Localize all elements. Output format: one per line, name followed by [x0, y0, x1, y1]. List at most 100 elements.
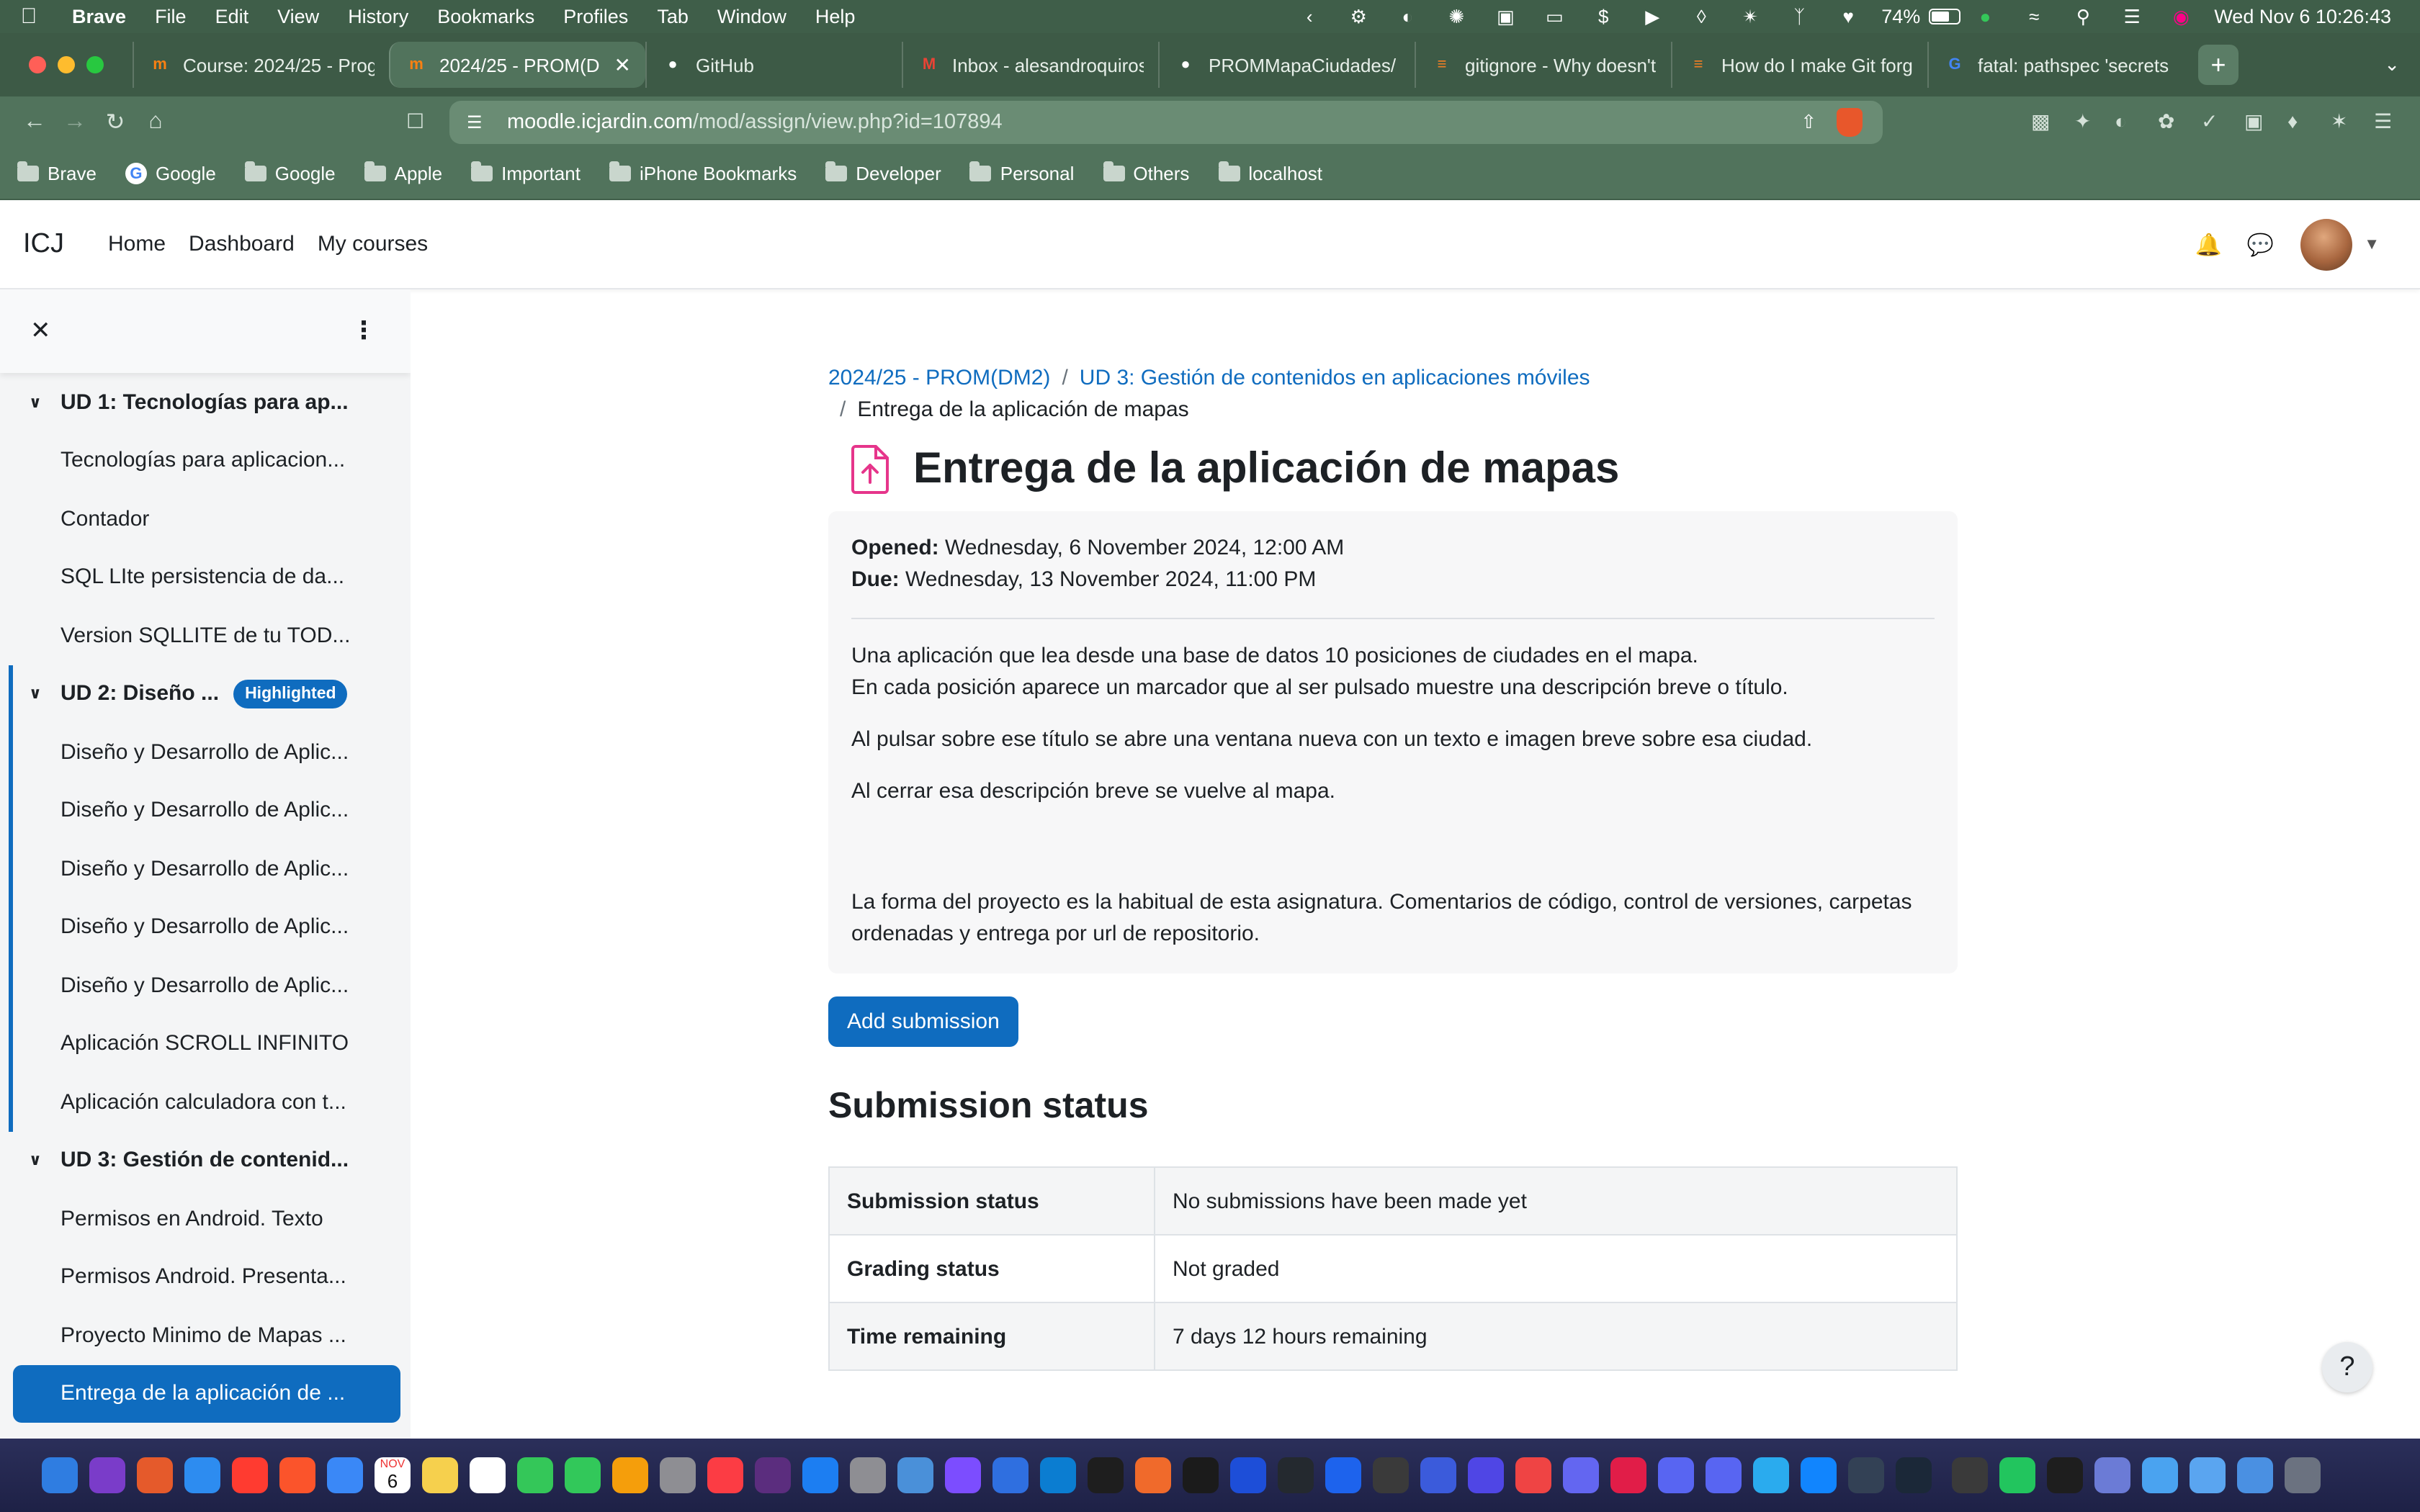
dock-app-icon[interactable]	[1230, 1457, 1266, 1493]
puzzle-extensions-icon[interactable]: ♦	[2287, 109, 2298, 132]
browser-tab[interactable]: ● PROMMapaCiudades/ a	[1158, 42, 1415, 88]
display-icon[interactable]: ▣	[1481, 5, 1530, 28]
layers-icon[interactable]: ◊	[1677, 6, 1726, 27]
dock-app-icon[interactable]	[1515, 1457, 1551, 1493]
dock-app-icon[interactable]	[2190, 1457, 2226, 1493]
extension-icon[interactable]: ✦	[2074, 109, 2091, 134]
dock-app-icon[interactable]	[992, 1457, 1028, 1493]
dock-app-icon[interactable]	[1373, 1457, 1409, 1493]
user-avatar[interactable]	[2300, 218, 2353, 270]
course-index-item[interactable]: Diseño y Desarrollo de Aplic...	[0, 956, 411, 1014]
chevron-down-icon[interactable]: ∨	[29, 685, 60, 703]
share-icon[interactable]: ⇧	[1801, 111, 1816, 134]
nav-my-courses[interactable]: My courses	[318, 232, 428, 256]
menu-view[interactable]: View	[263, 6, 333, 27]
messages-chat-icon[interactable]: 💬	[2234, 231, 2286, 257]
course-index-item[interactable]: Aplicación SCROLL INFINITO	[0, 1014, 411, 1073]
breadcrumb-section-link[interactable]: UD 3: Gestión de contenidos en aplicacio…	[1080, 366, 1590, 390]
site-brand[interactable]: ICJ	[23, 228, 108, 260]
arc-icon[interactable]: ◐	[1383, 6, 1432, 27]
wifi-icon[interactable]: ≈	[2009, 6, 2058, 27]
dock-app-icon[interactable]	[517, 1457, 553, 1493]
nav-dashboard[interactable]: Dashboard	[189, 232, 295, 256]
hamburger-menu-icon[interactable]: ☰	[2374, 109, 2392, 134]
browser-tab[interactable]: M Inbox - alesandroquiros	[902, 42, 1158, 88]
course-section-header[interactable]: ∨ UD 3: Gestión de contenid...	[0, 1131, 411, 1189]
course-section-header[interactable]: ∨ UD 2: Diseño ... Highlighted	[0, 665, 411, 723]
siri-icon[interactable]: ◉	[2156, 5, 2205, 28]
dock-app-icon[interactable]	[1753, 1457, 1789, 1493]
menu-app-name[interactable]: Brave	[58, 6, 140, 27]
course-index-item[interactable]: Aplicación calculadora con t...	[0, 1073, 411, 1131]
dollar-icon[interactable]: $	[1579, 6, 1628, 27]
reload-icon[interactable]: ↻	[95, 108, 135, 137]
course-index-item[interactable]: Tecnologías para aplicacion...	[0, 431, 411, 490]
dock-app-icon[interactable]	[422, 1457, 458, 1493]
browser-tab[interactable]: m 2024/25 - PROM(D ✕	[389, 42, 645, 88]
leo-ai-icon[interactable]: ✶	[2331, 109, 2347, 134]
menu-history[interactable]: History	[333, 6, 423, 27]
dock-app-icon[interactable]	[1468, 1457, 1504, 1493]
browser-tab[interactable]: m Course: 2024/25 - Prog	[133, 42, 389, 88]
minimize-window-button[interactable]	[58, 56, 75, 73]
dock-app-icon[interactable]	[1420, 1457, 1456, 1493]
zoom-window-button[interactable]	[86, 56, 104, 73]
play-icon[interactable]: ▶	[1628, 5, 1677, 28]
battery-icon[interactable]	[1929, 9, 1961, 24]
bitwarden-extension-icon[interactable]: ▩	[2031, 109, 2050, 134]
dock-app-icon[interactable]	[1135, 1457, 1171, 1493]
settings-icon[interactable]: ✺	[1432, 5, 1481, 28]
dock-app-icon[interactable]	[89, 1457, 125, 1493]
notifications-bell-icon[interactable]: 🔔	[2182, 231, 2234, 257]
dock-app-icon[interactable]	[1183, 1457, 1219, 1493]
check-extension-icon[interactable]: ✓	[2201, 109, 2218, 134]
course-index-item[interactable]: Diseño y Desarrollo de Aplic...	[0, 723, 411, 781]
dock-app-icon[interactable]	[945, 1457, 981, 1493]
apple-menu-icon[interactable]: 	[0, 4, 58, 29]
dock-app-icon[interactable]	[1999, 1457, 2035, 1493]
course-index-item[interactable]: Diseño y Desarrollo de Aplic...	[0, 840, 411, 898]
dock-app-icon[interactable]	[232, 1457, 268, 1493]
browser-tab[interactable]: Gfatal: pathspec 'secrets	[1927, 42, 2184, 88]
dock-app-icon[interactable]	[327, 1457, 363, 1493]
bookmark-item[interactable]: iPhone Bookmarks	[609, 161, 797, 184]
course-index-item[interactable]: Version SQLLITE de tu TOD...	[0, 606, 411, 665]
dock-app-icon[interactable]	[755, 1457, 791, 1493]
dock-app-icon[interactable]	[1658, 1457, 1694, 1493]
close-drawer-icon[interactable]: ✕	[30, 317, 51, 346]
course-index-item[interactable]: Entrega de la aplicación de ...	[13, 1364, 400, 1423]
more-options-kebab-icon[interactable]: ⋮	[351, 317, 376, 346]
brave-shields-icon[interactable]	[1837, 108, 1863, 137]
dock-app-icon[interactable]	[1278, 1457, 1314, 1493]
dock-app-icon[interactable]	[1563, 1457, 1599, 1493]
dock-app-icon[interactable]	[2094, 1457, 2130, 1493]
dock-app-icon[interactable]	[1848, 1457, 1884, 1493]
bookmark-item[interactable]: Developer	[825, 161, 941, 184]
clock[interactable]: Wed Nov 6 10:26:43	[2205, 6, 2400, 27]
menu-window[interactable]: Window	[703, 6, 801, 27]
breadcrumb-course-link[interactable]: 2024/25 - PROM(DM2)	[828, 366, 1050, 390]
dock-app-icon[interactable]	[42, 1457, 78, 1493]
new-tab-button[interactable]: +	[2198, 45, 2238, 85]
dock-app-icon[interactable]	[1610, 1457, 1646, 1493]
bookmark-item[interactable]: Important	[471, 161, 581, 184]
browser-tab[interactable]: ≡ How do I make Git forge	[1671, 42, 1927, 88]
browser-tab[interactable]: ● GitHub	[645, 42, 902, 88]
dock-app-icon[interactable]	[470, 1457, 506, 1493]
dock-app-icon[interactable]	[279, 1457, 315, 1493]
course-index-item[interactable]: Contador	[0, 490, 411, 548]
user-menu-chevron-down-icon[interactable]: ▼	[2364, 235, 2380, 253]
dock-app-icon[interactable]	[1706, 1457, 1742, 1493]
close-window-button[interactable]	[29, 56, 46, 73]
browser-tab[interactable]: ≡ gitignore - Why doesn't	[1415, 42, 1671, 88]
course-index-item[interactable]: Proyecto Minimo de Mapas ...	[0, 1306, 411, 1364]
control-center-icon[interactable]: ☰	[2107, 5, 2156, 28]
course-index-item[interactable]: Permisos en Android. Texto	[0, 1189, 411, 1248]
close-tab-icon[interactable]: ✕	[606, 53, 631, 77]
calendar-dock-icon[interactable]: NOV 6	[375, 1457, 411, 1493]
bookmark-item[interactable]: G Google	[125, 163, 216, 184]
course-index-item[interactable]: Diseño y Desarrollo de Aplic...	[0, 781, 411, 840]
help-button[interactable]: ?	[2322, 1342, 2372, 1392]
dock-app-icon[interactable]	[660, 1457, 696, 1493]
dock-app-icon[interactable]	[1325, 1457, 1361, 1493]
